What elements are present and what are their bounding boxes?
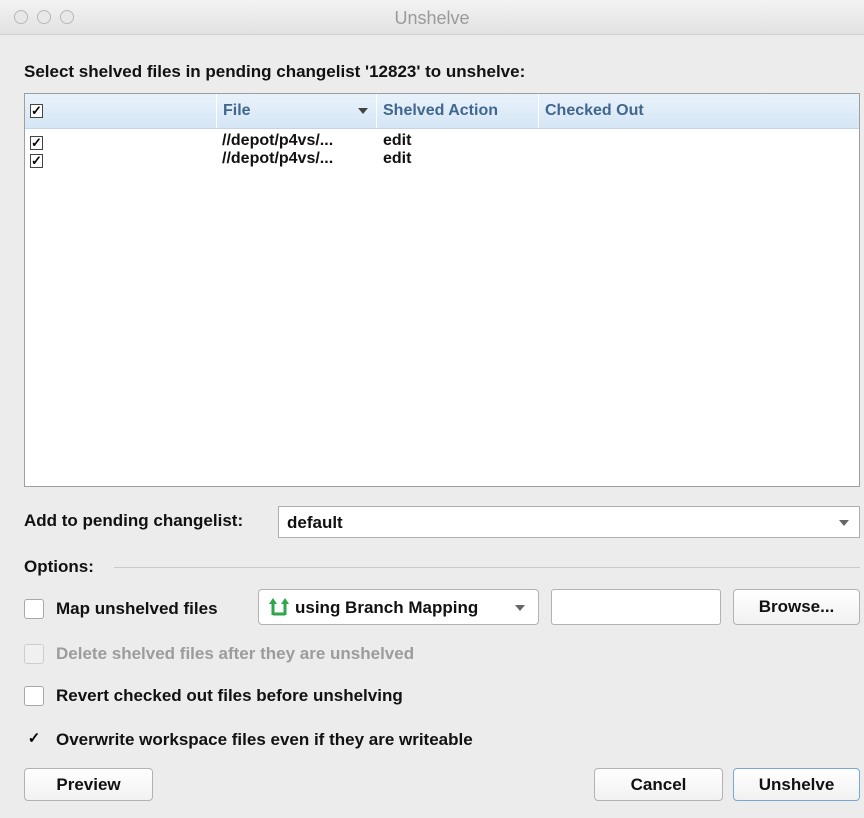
- column-header-file[interactable]: File: [216, 94, 376, 128]
- table-row[interactable]: ✓ //depot/p4vs/... edit: [25, 150, 859, 168]
- column-label-shelved-action: Shelved Action: [383, 102, 498, 119]
- dialog-prompt: Select shelved files in pending changeli…: [24, 62, 526, 81]
- shelved-files-table[interactable]: ✓ File Shelved Action Checked Out ✓ //de…: [24, 93, 860, 487]
- overwrite-writeable-checkbox[interactable]: ✓: [24, 730, 44, 750]
- chevron-down-icon: [515, 605, 525, 611]
- pending-changelist-value: default: [287, 513, 343, 532]
- sort-desc-icon: [358, 108, 368, 114]
- revert-checked-out-label: Revert checked out files before unshelvi…: [56, 686, 403, 705]
- column-header-checked-out[interactable]: Checked Out: [538, 94, 859, 128]
- delete-shelved-checkbox[interactable]: [24, 644, 44, 664]
- row-file: //depot/p4vs/...: [222, 150, 334, 167]
- options-label: Options:: [24, 557, 94, 576]
- title-bar: Unshelve: [0, 0, 864, 35]
- column-header-shelved-action[interactable]: Shelved Action: [376, 94, 538, 128]
- branch-mapping-input[interactable]: [551, 589, 721, 625]
- overwrite-writeable-label: Overwrite workspace files even if they a…: [56, 730, 473, 749]
- window-title: Unshelve: [394, 8, 470, 28]
- table-row[interactable]: ✓ //depot/p4vs/... edit: [25, 132, 859, 150]
- browse-button[interactable]: Browse...: [733, 589, 860, 625]
- table-header: ✓ File Shelved Action Checked Out: [25, 94, 859, 129]
- header-select-all[interactable]: ✓: [25, 94, 216, 128]
- delete-shelved-label: Delete shelved files after they are unsh…: [56, 644, 415, 663]
- map-unshelved-label: Map unshelved files: [56, 599, 218, 618]
- preview-button[interactable]: Preview: [24, 768, 153, 801]
- map-unshelved-checkbox[interactable]: [24, 599, 44, 619]
- pending-changelist-label: Add to pending changelist:: [24, 511, 244, 530]
- row-checkbox[interactable]: ✓: [30, 154, 43, 168]
- column-label-file: File: [223, 102, 251, 119]
- select-all-checkbox[interactable]: ✓: [30, 104, 43, 118]
- cancel-button[interactable]: Cancel: [594, 768, 723, 801]
- revert-checked-out-checkbox[interactable]: [24, 686, 44, 706]
- column-label-checked-out: Checked Out: [545, 102, 644, 119]
- branch-mapping-value: using Branch Mapping: [295, 598, 479, 617]
- row-checkbox[interactable]: ✓: [30, 136, 43, 150]
- options-divider: [114, 567, 860, 568]
- branch-mapping-icon: [268, 597, 290, 622]
- pending-changelist-select[interactable]: default: [278, 506, 860, 538]
- unshelve-button[interactable]: Unshelve: [733, 768, 860, 801]
- row-file: //depot/p4vs/...: [222, 132, 334, 149]
- row-shelved-action: edit: [383, 150, 412, 167]
- branch-mapping-select[interactable]: using Branch Mapping: [258, 589, 539, 625]
- row-shelved-action: edit: [383, 132, 412, 149]
- chevron-down-icon: [839, 520, 849, 526]
